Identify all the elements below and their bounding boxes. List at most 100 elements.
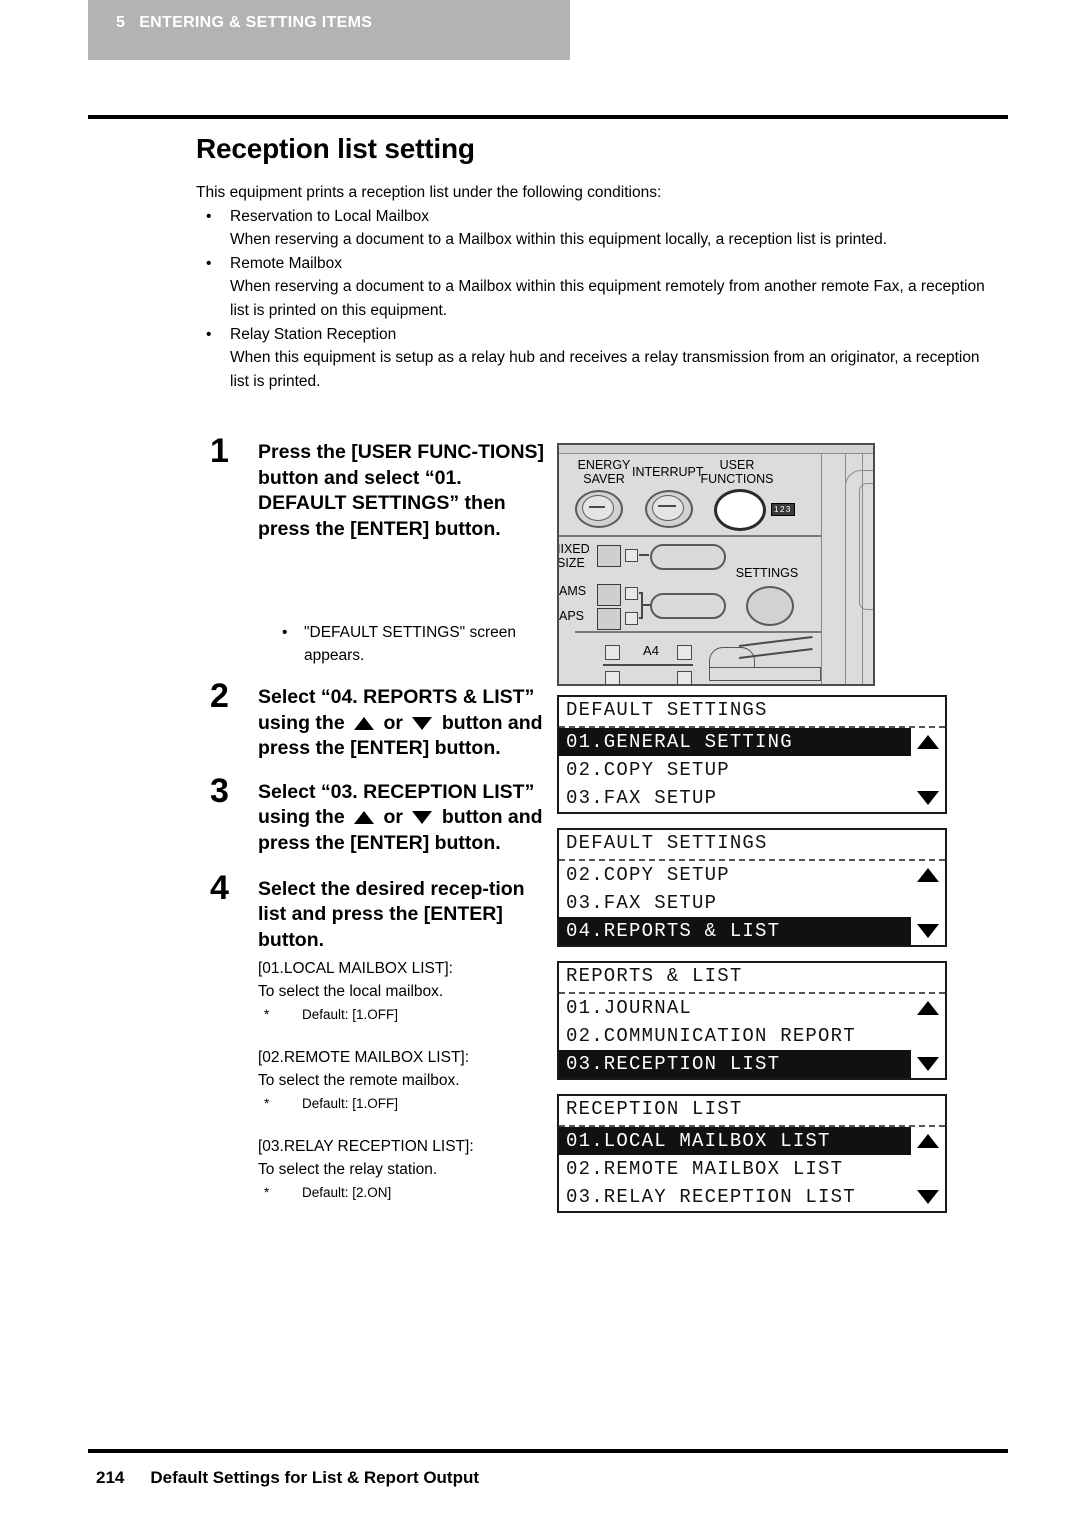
aps-icon [597,608,621,630]
step-1: 1 Press the [USER FUNC-TIONS] button and… [210,434,550,672]
footer-section-title: Default Settings for List & Report Outpu… [150,1468,480,1487]
arrow-up-icon [917,1134,939,1148]
arrow-down-icon [412,811,433,825]
interrupt-glyph-stroke [658,505,676,507]
lcd-row-text: 04.REPORTS & LIST [566,920,781,942]
step-1-number: 1 [210,432,229,470]
intro-detail-1: When reserving a document to a Mailbox w… [230,231,888,249]
paper-size-underline [603,664,693,666]
arrow-up-icon [354,716,375,730]
intro-detail-2: When reserving a document to a Mailbox w… [230,278,985,319]
step-4-desc-3-text: To select the relay station. [258,1161,438,1179]
intro-bullet-3: • Relay Station Reception [196,323,986,347]
lcd-screen-default-settings-1: DEFAULT SETTINGS 01.GENERAL SETTING 02.C… [557,695,947,814]
ams-aps-button[interactable] [650,593,726,619]
step-4-desc-1: [01.LOCAL MAILBOX LIST]: To select the l… [258,957,550,1026]
step-1-text: Press the [USER FUNC-TIONS] button and s… [258,441,545,540]
intro-bullet-3-label: Relay Station Reception [230,325,397,343]
control-panel-illustration: ENERGY SAVER INTERRUPT USER FUNCTIONS 12… [557,443,875,686]
lcd-row-text: 01.GENERAL SETTING [566,731,793,753]
asterisk-icon: * [264,1007,270,1023]
user-functions-label: USER FUNCTIONS [693,458,781,486]
step-3-text: Select “03. RECEPTION LIST” using the or… [258,780,550,857]
settings-label-text: SETTINGS [735,566,799,580]
lcd-row-text: 02.REMOTE MAILBOX LIST [566,1158,844,1180]
lcd-title: REPORTS & LIST [559,963,945,994]
lcd-scroll-up-button[interactable] [911,728,945,756]
intro-bullet-1-label: Reservation to Local Mailbox [230,207,430,225]
lcd-row[interactable]: 02.COMMUNICATION REPORT [559,1022,945,1050]
lcd-row[interactable]: 01.GENERAL SETTING [559,728,945,756]
arrow-down-icon[interactable] [917,791,939,805]
asterisk-icon: * [264,1185,270,1201]
lcd-title: DEFAULT SETTINGS [559,697,945,728]
paper-size-indicator-left-2 [605,671,620,684]
paper-size-indicator-left [605,645,620,660]
lcd-row[interactable]: 03.FAX SETUP [559,889,945,917]
mixed-size-connector [639,554,649,556]
lcd-row-text: 02.COPY SETUP [566,864,730,886]
panel-separator-1 [559,535,821,537]
lcd-row[interactable]: 02.REMOTE MAILBOX LIST [559,1155,945,1183]
energy-saver-label-line2: SAVER [583,471,625,486]
paper-size-a4-label: A4 [643,643,659,658]
step-4-desc-1-label: [01.LOCAL MAILBOX LIST]: [258,960,453,978]
lcd-row[interactable]: 03.RECEPTION LIST [559,1050,945,1078]
page-footer: 214 Default Settings for List & Report Ou… [96,1468,479,1488]
step-2-text: Select “04. REPORTS & LIST” using the or… [258,685,550,762]
lcd-scroll-down-button[interactable] [911,1050,945,1078]
lcd-row[interactable]: 01.LOCAL MAILBOX LIST [559,1127,945,1155]
step-1-note: • "DEFAULT SETTINGS" screen appears. [258,621,550,667]
step-4-desc-1-default-text: Default: [1.OFF] [302,1007,399,1023]
panel-bezel-inner [859,483,873,610]
intro-lead: This equipment prints a reception list u… [196,184,662,201]
lcd-row[interactable]: 04.REPORTS & LIST [559,917,945,945]
step-4-desc-1-text: To select the local mailbox. [258,983,444,1001]
user-functions-label-line1: USER [719,458,755,472]
step-4: 4 Select the desired recep-tion list and… [210,871,550,1205]
settings-button[interactable] [746,586,794,626]
chapter-header-band: 5 ENTERING & SETTING ITEMS [88,0,570,60]
top-divider-rule [88,115,1008,119]
lcd-row[interactable]: 03.RELAY RECEPTION LIST [559,1183,945,1211]
chapter-title: ENTERING & SETTING ITEMS [139,14,373,31]
lcd-row[interactable]: 02.COPY SETUP [559,756,945,784]
ams-aps-bracket-top [639,592,643,594]
paper-size-indicator-right [677,645,692,660]
chapter-number: 5 [116,14,126,31]
interrupt-label: INTERRUPT [632,465,704,480]
lcd-scroll-down-button[interactable] [911,917,945,945]
lcd-row[interactable]: 03.FAX SETUP [559,784,945,812]
aps-label: APS [559,609,595,624]
lcd-scroll-up-button[interactable] [911,1127,945,1155]
energy-saver-glyph-stroke [589,506,605,508]
lcd-row-text: 03.FAX SETUP [566,787,718,809]
lcd-title: RECEPTION LIST [559,1096,945,1127]
bullet-dot-icon: • [206,254,212,272]
user-functions-button[interactable] [714,489,766,531]
user-functions-label-line2: FUNCTIONS [700,471,774,486]
arrow-down-icon [917,1057,939,1071]
lcd-row-text: 01.LOCAL MAILBOX LIST [566,1130,831,1152]
ams-indicator [625,587,638,600]
bullet-dot-icon: • [282,624,288,642]
bottom-divider-rule [88,1449,1008,1453]
ams-aps-bracket-bottom [639,617,643,619]
lcd-row[interactable]: 01.JOURNAL [559,994,945,1022]
arrow-up-icon[interactable] [917,868,939,882]
step-3-number: 3 [210,771,229,810]
arrow-up-icon[interactable] [917,1001,939,1015]
ams-label-text: AMS [559,584,587,598]
paper-tray-graphic-base [709,667,821,681]
paper-tray-graphic-arm1 [738,635,813,647]
intro-detail-3: When this equipment is setup as a relay … [230,349,980,390]
step-4-desc-3: [03.RELAY RECEPTION LIST]: To select the… [258,1135,550,1204]
lcd-row-text: 02.COPY SETUP [566,759,730,781]
mixed-size-button[interactable] [650,544,726,570]
arrow-down-icon[interactable] [917,1190,939,1204]
lcd-row[interactable]: 02.COPY SETUP [559,861,945,889]
energy-saver-icon [582,495,614,521]
lcd-row-text: 03.FAX SETUP [566,892,718,914]
ams-aps-bracket-stem [641,604,650,606]
intro-section: This equipment prints a reception list u… [196,181,986,393]
